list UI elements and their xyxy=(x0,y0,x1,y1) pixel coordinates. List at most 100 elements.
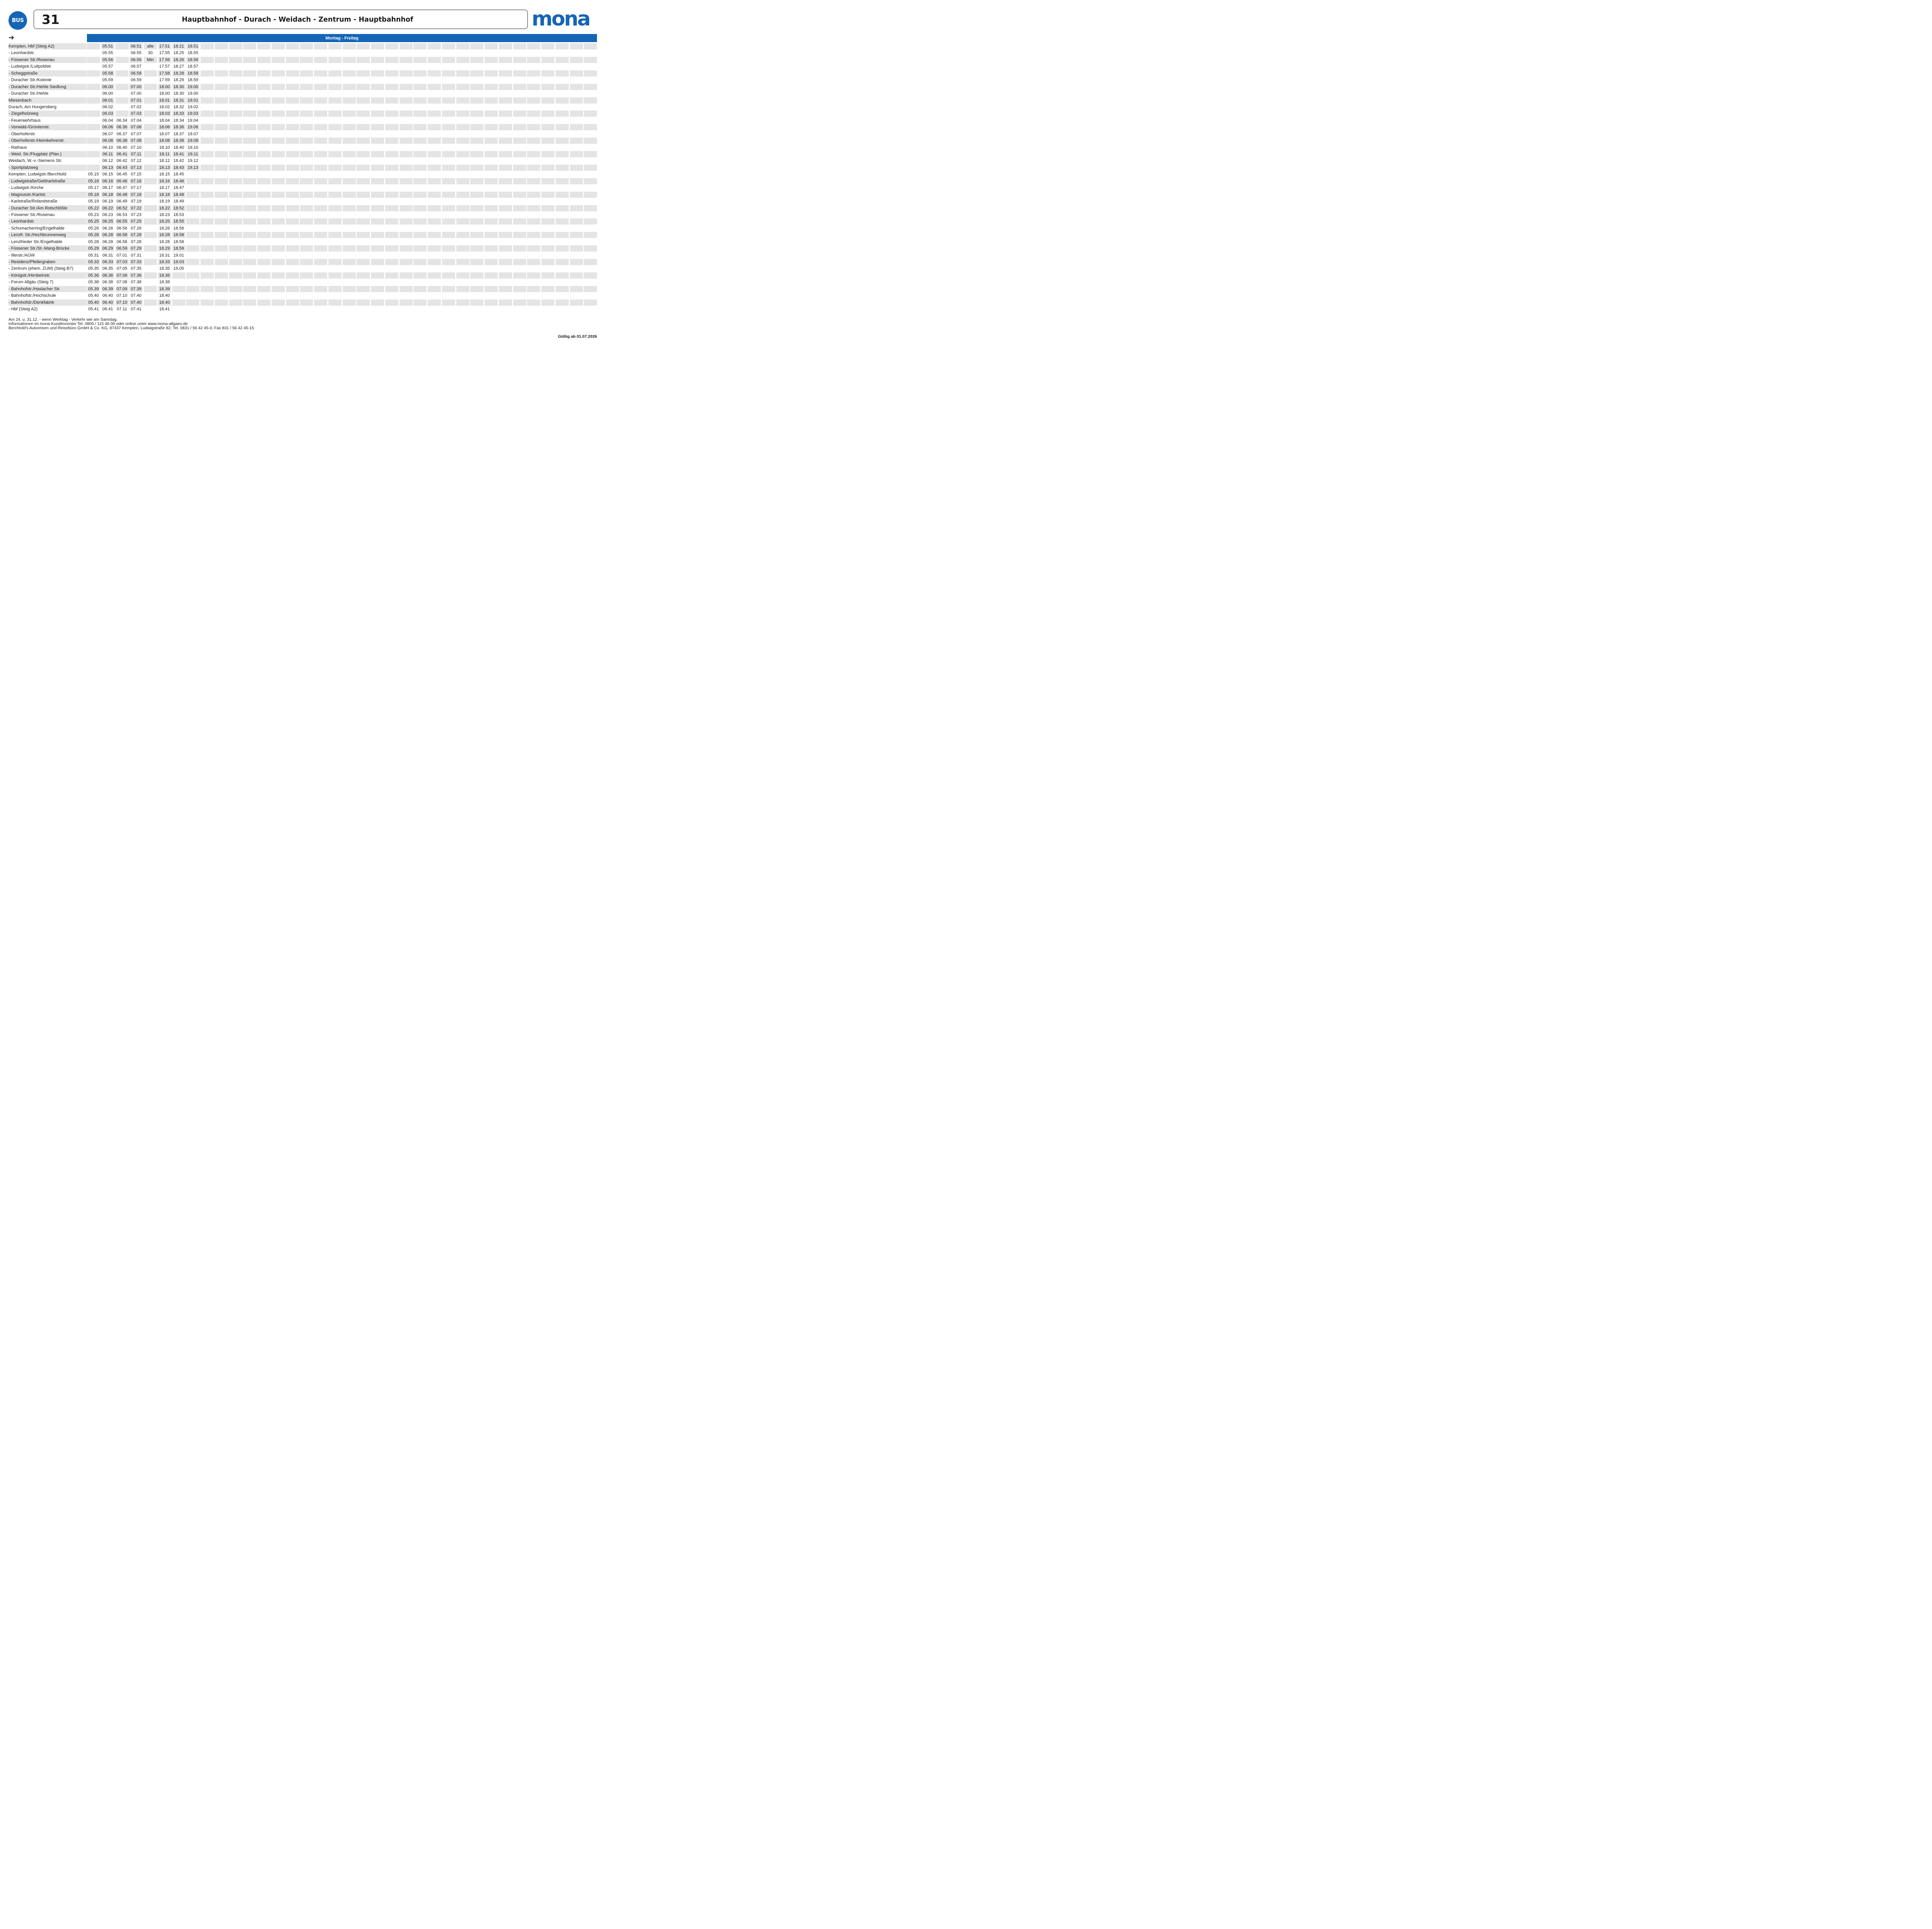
time-cell xyxy=(485,205,498,211)
time-cell xyxy=(584,138,597,144)
time-cell xyxy=(385,218,398,225)
time-cell: 07.10 xyxy=(131,145,142,150)
time-cell xyxy=(584,151,597,157)
time-cell: 18.58 xyxy=(173,239,184,244)
stop-name: - Oberhoferstr. xyxy=(9,131,36,136)
time-cell xyxy=(385,56,398,63)
time-cell: 07.40 xyxy=(131,293,142,298)
time-cell xyxy=(272,171,285,177)
time-cell xyxy=(399,178,413,184)
time-cell: 07.01 xyxy=(129,97,143,104)
time-cell xyxy=(215,63,228,70)
time-cell: 18.16 xyxy=(158,178,171,184)
time-cell xyxy=(400,265,413,272)
time-cell xyxy=(428,164,441,171)
time-cell xyxy=(413,272,427,279)
time-cell xyxy=(271,259,285,265)
time-cell xyxy=(470,279,483,285)
time-cell: 06.57 xyxy=(131,64,142,69)
time-cell xyxy=(116,104,129,110)
time-cell xyxy=(144,90,157,97)
time-cell xyxy=(513,293,526,299)
time-cell xyxy=(371,279,384,285)
time-cell xyxy=(570,171,583,177)
time-cell xyxy=(229,232,242,238)
time-cell xyxy=(286,272,299,279)
time-cell xyxy=(385,225,398,231)
time-cell xyxy=(541,259,554,265)
time-cell xyxy=(456,239,469,245)
time-cell xyxy=(541,286,554,292)
time-cell xyxy=(556,117,569,124)
time-cell: 06.49 xyxy=(116,199,128,204)
time-cell xyxy=(371,259,384,265)
time-cell xyxy=(527,63,540,70)
time-cell: 19.10 xyxy=(187,145,199,150)
time-cell xyxy=(328,218,342,225)
stop-name: - Ludwigstr./Luitpoldstr. xyxy=(9,64,52,69)
time-cell xyxy=(343,104,356,110)
time-cell xyxy=(257,265,270,272)
time-cell xyxy=(570,293,583,299)
time-cell xyxy=(186,252,199,259)
time-cell: 05.35 xyxy=(88,266,99,271)
time-cell xyxy=(342,245,356,252)
time-cell: 07.09 xyxy=(115,286,129,292)
time-cell xyxy=(570,245,583,252)
time-cell xyxy=(513,245,526,252)
time-cell xyxy=(357,293,370,299)
time-cell xyxy=(144,151,157,157)
time-cell xyxy=(413,50,427,56)
time-cell: 17.55 xyxy=(159,51,170,56)
time-cell xyxy=(513,111,526,117)
time-cell xyxy=(555,56,569,63)
time-cell xyxy=(541,117,554,124)
time-cell xyxy=(286,265,299,272)
time-cell xyxy=(243,225,256,231)
stop-name: Miesenbach xyxy=(9,97,87,104)
time-cell xyxy=(428,212,441,218)
time-cell xyxy=(257,286,270,292)
time-cell xyxy=(470,164,484,171)
time-cell xyxy=(215,171,228,177)
time-cell xyxy=(342,259,356,265)
time-cell xyxy=(342,286,356,292)
time-cell xyxy=(456,70,469,77)
time-cell xyxy=(243,138,257,144)
time-cell xyxy=(229,198,242,204)
time-cell xyxy=(87,56,100,63)
stop-name: - Königstr./Hirnbeinstr. xyxy=(9,272,87,279)
time-cell: 05.58 xyxy=(101,70,114,77)
time-cell xyxy=(314,299,327,306)
time-cell xyxy=(527,138,541,144)
time-cell xyxy=(201,185,214,191)
time-cell xyxy=(272,306,285,312)
time-cell: 06.11 xyxy=(101,151,114,157)
time-cell: 06.59 xyxy=(115,245,129,252)
time-cell xyxy=(286,131,299,137)
time-cell xyxy=(201,293,214,299)
time-cell xyxy=(485,77,498,83)
stop-name: - Duracher Str./Kolonie xyxy=(9,78,52,83)
time-cell xyxy=(400,225,413,231)
time-cell: 17.56 xyxy=(158,56,171,63)
time-cell xyxy=(385,259,398,265)
time-cell xyxy=(428,245,441,252)
time-cell xyxy=(328,83,342,90)
time-cell xyxy=(555,151,569,157)
time-cell xyxy=(498,138,512,144)
time-cell xyxy=(229,279,242,285)
time-cell: 05.16 xyxy=(87,178,100,184)
time-cell xyxy=(314,245,327,252)
time-cell xyxy=(428,265,441,272)
time-cell: 06.08 xyxy=(101,138,114,144)
time-cell xyxy=(357,138,370,144)
time-cell xyxy=(201,56,214,63)
time-cell xyxy=(286,164,299,171)
time-cell xyxy=(527,279,540,285)
stop-name: - Ludwigstraße/Gebhartstraße xyxy=(9,178,87,184)
time-cell xyxy=(314,252,327,259)
time-cell xyxy=(513,191,526,198)
time-cell xyxy=(286,205,299,211)
time-cell xyxy=(456,77,469,83)
